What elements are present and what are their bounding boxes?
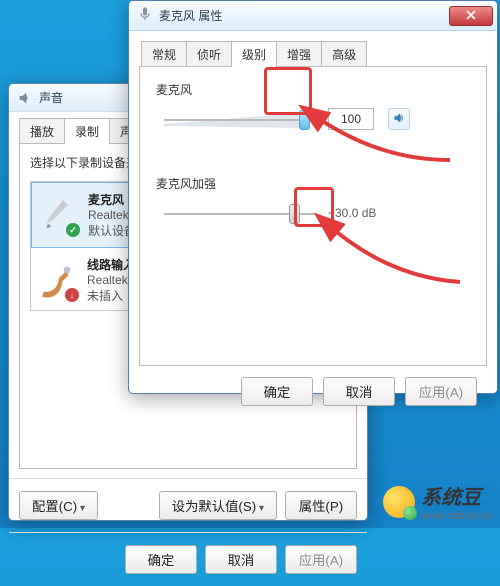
arrow-down-icon: ↓ xyxy=(65,288,79,302)
mic-boost-value: +30.0 dB xyxy=(328,206,376,220)
watermark-logo-icon xyxy=(383,486,415,518)
tab-enhance[interactable]: 增强 xyxy=(276,41,322,67)
watermark-name: 系统豆 xyxy=(421,487,481,509)
tab-level[interactable]: 级别 xyxy=(231,41,277,67)
apply-button[interactable]: 应用(A) xyxy=(405,377,477,406)
check-icon: ✓ xyxy=(66,223,80,237)
mic-window-titlebar[interactable]: 麦克风 属性 xyxy=(129,1,497,31)
cancel-button[interactable]: 取消 xyxy=(205,545,277,574)
mic-boost-group: 麦克风加强 +30.0 dB xyxy=(156,175,470,224)
sound-window-title: 声音 xyxy=(39,89,63,106)
mic-boost-slider[interactable] xyxy=(164,202,314,224)
level-panel: 麦克风 100 xyxy=(139,66,487,366)
sound-mid-buttons: 配置(C) 设为默认值(S) 属性(P) xyxy=(9,478,367,532)
close-icon xyxy=(466,9,476,23)
mic-properties-window: 麦克风 属性 常规 侦听 级别 增强 高级 麦克风 xyxy=(128,0,498,394)
ok-button[interactable]: 确定 xyxy=(125,545,197,574)
tab-advanced[interactable]: 高级 xyxy=(321,41,367,67)
mic-window-title: 麦克风 属性 xyxy=(159,7,222,24)
properties-button[interactable]: 属性(P) xyxy=(285,491,357,520)
configure-button[interactable]: 配置(C) xyxy=(19,491,98,520)
close-button[interactable] xyxy=(449,6,493,26)
cable-icon: ↓ xyxy=(37,260,77,300)
mic-bottom-buttons: 确定 取消 应用(A) xyxy=(139,367,487,406)
watermark-url: www.xtdnet.cn xyxy=(421,510,492,522)
tab-general[interactable]: 常规 xyxy=(141,41,187,67)
mic-volume-label: 麦克风 xyxy=(156,81,470,98)
microphone-device-icon: ✓ xyxy=(38,195,78,235)
mic-boost-label: 麦克风加强 xyxy=(156,175,470,192)
microphone-icon xyxy=(137,6,153,25)
tab-listen[interactable]: 侦听 xyxy=(186,41,232,67)
speaker-icon xyxy=(392,111,406,128)
mute-button[interactable] xyxy=(388,108,410,130)
mic-tabs: 常规 侦听 级别 增强 高级 xyxy=(141,41,483,67)
mic-volume-group: 麦克风 100 xyxy=(156,81,470,130)
set-default-button[interactable]: 设为默认值(S) xyxy=(159,491,277,520)
tab-record[interactable]: 录制 xyxy=(64,118,110,144)
tab-playback[interactable]: 播放 xyxy=(19,118,65,144)
slider-thumb-icon[interactable] xyxy=(299,110,310,130)
slider-thumb-icon[interactable] xyxy=(289,204,300,224)
cancel-button[interactable]: 取消 xyxy=(323,377,395,406)
ok-button[interactable]: 确定 xyxy=(241,377,313,406)
mic-volume-value[interactable]: 100 xyxy=(328,108,374,130)
mic-volume-slider[interactable] xyxy=(164,108,314,130)
sound-bottom-buttons: 确定 取消 应用(A) xyxy=(9,532,367,586)
speaker-icon xyxy=(17,90,33,106)
watermark: 系统豆 www.xtdnet.cn xyxy=(383,481,492,522)
apply-button[interactable]: 应用(A) xyxy=(285,545,357,574)
